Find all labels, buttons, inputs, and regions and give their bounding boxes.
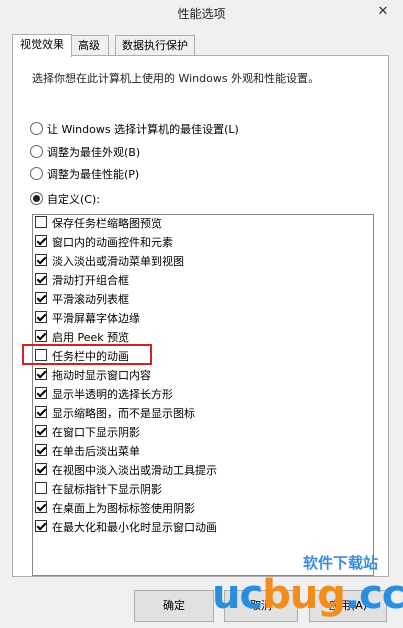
option-label: 在桌面上为图标标签使用阴影 (52, 502, 195, 515)
option-item[interactable]: 淡入淡出或滑动菜单到视图 (35, 253, 184, 271)
close-icon: ✕ (377, 4, 389, 19)
option-label: 拖动时显示窗口内容 (52, 369, 151, 382)
option-label: 在窗口下显示阴影 (52, 426, 140, 439)
checkbox[interactable] (35, 235, 47, 247)
radio-best-appearance[interactable]: 调整为最佳外观(B) (30, 145, 140, 161)
radio-label: 调整为最佳外观(B) (47, 146, 141, 159)
checkbox[interactable] (35, 254, 47, 266)
option-item[interactable]: 保存任务栏缩略图预览 (35, 215, 162, 233)
option-item[interactable]: 拖动时显示窗口内容 (35, 367, 151, 385)
checkbox[interactable] (35, 520, 47, 532)
option-item[interactable]: 在桌面上为图标标签使用阴影 (35, 500, 195, 518)
option-label: 在最大化和最小化时显示窗口动画 (52, 521, 217, 534)
watermark-logo-part: .cc (344, 572, 403, 618)
option-label: 滑动打开组合框 (52, 274, 129, 287)
ok-button[interactable]: 确定 (134, 590, 214, 622)
option-label: 在单击后淡出菜单 (52, 445, 140, 458)
option-item[interactable]: 在视图中淡入淡出或滑动工具提示 (35, 462, 217, 480)
checkbox[interactable] (35, 387, 47, 399)
radio-button-icon (30, 167, 43, 180)
radio-label: 自定义(C): (47, 193, 100, 206)
radio-button-icon (30, 122, 43, 135)
option-label: 平滑屏幕字体边缘 (52, 312, 140, 325)
visual-effects-list[interactable]: 保存任务栏缩略图预览 窗口内的动画控件和元素 淡入淡出或滑动菜单到视图 滑动打开… (32, 214, 374, 576)
option-item[interactable]: 在窗口下显示阴影 (35, 424, 140, 442)
title-bar: 性能选项 ✕ (0, 0, 403, 26)
option-item[interactable]: 滑动打开组合框 (35, 272, 129, 290)
option-item[interactable]: 平滑滚动列表框 (35, 291, 129, 309)
radio-label: 让 Windows 选择计算机的最佳设置(L) (47, 123, 239, 136)
option-item[interactable]: 在单击后淡出菜单 (35, 443, 140, 461)
option-item[interactable]: 平滑屏幕字体边缘 (35, 310, 140, 328)
watermark-logo: ucbug.cc (212, 572, 403, 618)
watermark-text: 软件下载站 (303, 554, 379, 572)
option-item[interactable]: 显示半透明的选择长方形 (35, 386, 173, 404)
option-label: 在鼠标指针下显示阴影 (52, 483, 162, 496)
checkbox[interactable] (35, 311, 47, 323)
checkbox[interactable] (35, 330, 47, 342)
close-button[interactable]: ✕ (369, 2, 397, 22)
checkbox[interactable] (35, 482, 47, 494)
option-label: 平滑滚动列表框 (52, 293, 129, 306)
option-label: 启用 Peek 预览 (52, 331, 130, 344)
tab-data-execution-prevention[interactable]: 数据执行保护 (115, 35, 195, 56)
option-label: 在视图中淡入淡出或滑动工具提示 (52, 464, 217, 477)
radio-custom[interactable]: 自定义(C): (30, 192, 100, 208)
highlight-annotation (22, 344, 152, 365)
option-label: 保存任务栏缩略图预览 (52, 217, 162, 230)
checkbox[interactable] (35, 501, 47, 513)
visual-effects-panel: 选择你想在此计算机上使用的 Windows 外观和性能设置。 让 Windows… (12, 55, 389, 577)
tab-advanced[interactable]: 高级 (69, 35, 109, 56)
checkbox[interactable] (35, 444, 47, 456)
radio-label: 调整为最佳性能(P) (47, 168, 140, 181)
checkbox[interactable] (35, 406, 47, 418)
radio-let-windows-choose[interactable]: 让 Windows 选择计算机的最佳设置(L) (30, 122, 239, 138)
watermark-logo-part: uc (212, 572, 263, 618)
checkbox[interactable] (35, 463, 47, 475)
checkbox[interactable] (35, 292, 47, 304)
option-item[interactable]: 显示缩略图，而不是显示图标 (35, 405, 195, 423)
radio-button-selected-icon (30, 192, 43, 205)
radio-best-performance[interactable]: 调整为最佳性能(P) (30, 167, 139, 183)
option-label: 淡入淡出或滑动菜单到视图 (52, 255, 184, 268)
checkbox[interactable] (35, 425, 47, 437)
option-item[interactable]: 在最大化和最小化时显示窗口动画 (35, 519, 217, 537)
tab-visual-effects[interactable]: 视觉效果 (12, 34, 72, 57)
option-item[interactable]: 在鼠标指针下显示阴影 (35, 481, 162, 499)
checkbox[interactable] (35, 273, 47, 285)
window-title: 性能选项 (177, 7, 226, 21)
watermark-logo-part: bug (262, 572, 346, 618)
checkbox[interactable] (35, 368, 47, 380)
option-item[interactable]: 窗口内的动画控件和元素 (35, 234, 173, 252)
option-label: 窗口内的动画控件和元素 (52, 236, 173, 249)
radio-button-icon (30, 145, 43, 158)
checkbox[interactable] (35, 216, 47, 228)
description-text: 选择你想在此计算机上使用的 Windows 外观和性能设置。 (32, 72, 320, 85)
option-label: 显示半透明的选择长方形 (52, 388, 173, 401)
option-label: 显示缩略图，而不是显示图标 (52, 407, 195, 420)
